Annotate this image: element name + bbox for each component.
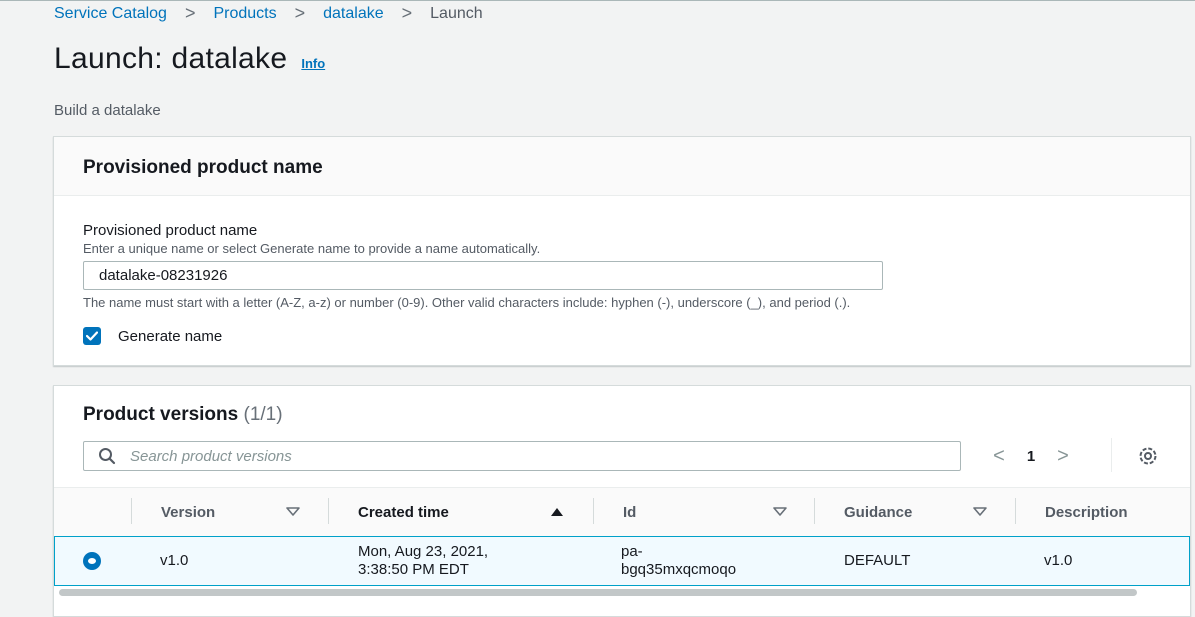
- panel-header: Provisioned product name: [54, 137, 1190, 196]
- info-link[interactable]: Info: [301, 56, 325, 71]
- next-page-icon[interactable]: >: [1053, 445, 1073, 468]
- search-input[interactable]: [128, 446, 912, 466]
- chevron-right-icon: >: [294, 3, 306, 23]
- table-row[interactable]: v1.0 Mon, Aug 23, 2021, 3:38:50 PM EDT p…: [54, 536, 1190, 586]
- id-part-2: bgq35mxqcmoqo: [621, 561, 737, 578]
- constraint-text: The name must start with a letter (A-Z, …: [83, 295, 851, 310]
- created-time-time: 3:38:50 PM EDT: [358, 561, 469, 578]
- field-label: Provisioned product name: [83, 222, 258, 239]
- divider: [1111, 438, 1112, 472]
- cell-version: v1.0: [160, 552, 189, 569]
- cell-created-time: Mon, Aug 23, 2021, 3:38:50 PM EDT: [358, 537, 488, 585]
- generate-name-label: Generate name: [118, 327, 223, 345]
- column-header-id[interactable]: Id: [593, 488, 814, 536]
- column-header-description[interactable]: Description: [1015, 488, 1190, 536]
- breadcrumb: Service Catalog > Products > datalake > …: [54, 3, 483, 24]
- generate-name-checkbox-row[interactable]: Generate name: [83, 327, 222, 345]
- horizontal-scrollbar[interactable]: [59, 589, 1137, 596]
- cell-description: v1.0: [1044, 552, 1073, 569]
- breadcrumb-datalake[interactable]: datalake: [323, 5, 384, 23]
- panel-title: Product versions (1/1): [83, 404, 283, 426]
- row-select-radio[interactable]: [83, 552, 101, 570]
- breadcrumb-current: Launch: [430, 4, 483, 22]
- checkmark-icon: [86, 331, 98, 341]
- provisioned-name-input[interactable]: [83, 261, 883, 290]
- pagination: < 1 >: [989, 444, 1073, 468]
- panel-title: Provisioned product name: [83, 157, 323, 178]
- column-header-version[interactable]: Version: [131, 488, 328, 536]
- search-icon: [98, 447, 116, 465]
- top-border: [0, 0, 1195, 1]
- product-versions-panel: Product versions (1/1) < 1 > Version: [53, 385, 1191, 617]
- search-box[interactable]: [83, 441, 961, 471]
- page-number[interactable]: 1: [1009, 448, 1053, 465]
- column-header-guidance[interactable]: Guidance: [814, 488, 1015, 536]
- chevron-right-icon: >: [184, 3, 196, 23]
- page-subtitle: Build a datalake: [54, 102, 161, 119]
- previous-page-icon[interactable]: <: [989, 445, 1009, 468]
- cell-guidance: DEFAULT: [844, 552, 911, 569]
- generate-name-checkbox[interactable]: [83, 327, 101, 345]
- chevron-right-icon: >: [401, 3, 413, 23]
- created-time-date: Mon, Aug 23, 2021,: [358, 543, 489, 560]
- versions-count: (1/1): [243, 404, 283, 425]
- sort-caret-down-icon: [773, 507, 787, 517]
- breadcrumb-service-catalog[interactable]: Service Catalog: [54, 5, 167, 23]
- column-header-created-time[interactable]: Created time: [328, 488, 593, 536]
- versions-title: Product versions: [83, 404, 239, 425]
- cell-id: pa- bgq35mxqcmoqo: [621, 537, 736, 585]
- id-part-1: pa-: [621, 543, 643, 560]
- breadcrumb-products[interactable]: Products: [213, 5, 276, 23]
- sort-caret-down-icon: [973, 507, 987, 517]
- sort-caret-down-icon: [286, 507, 300, 517]
- provisioned-name-panel: Provisioned product name Provisioned pro…: [53, 136, 1191, 366]
- gear-icon[interactable]: [1136, 444, 1160, 468]
- field-description: Enter a unique name or select Generate n…: [83, 241, 541, 256]
- page-header: Launch: datalake Info: [54, 42, 325, 76]
- sort-ascending-icon: [550, 507, 564, 517]
- radio-dot: [88, 558, 96, 564]
- table-header: Version Created time Id Guidance Descrip…: [54, 487, 1190, 536]
- page-title: Launch: datalake: [54, 42, 288, 75]
